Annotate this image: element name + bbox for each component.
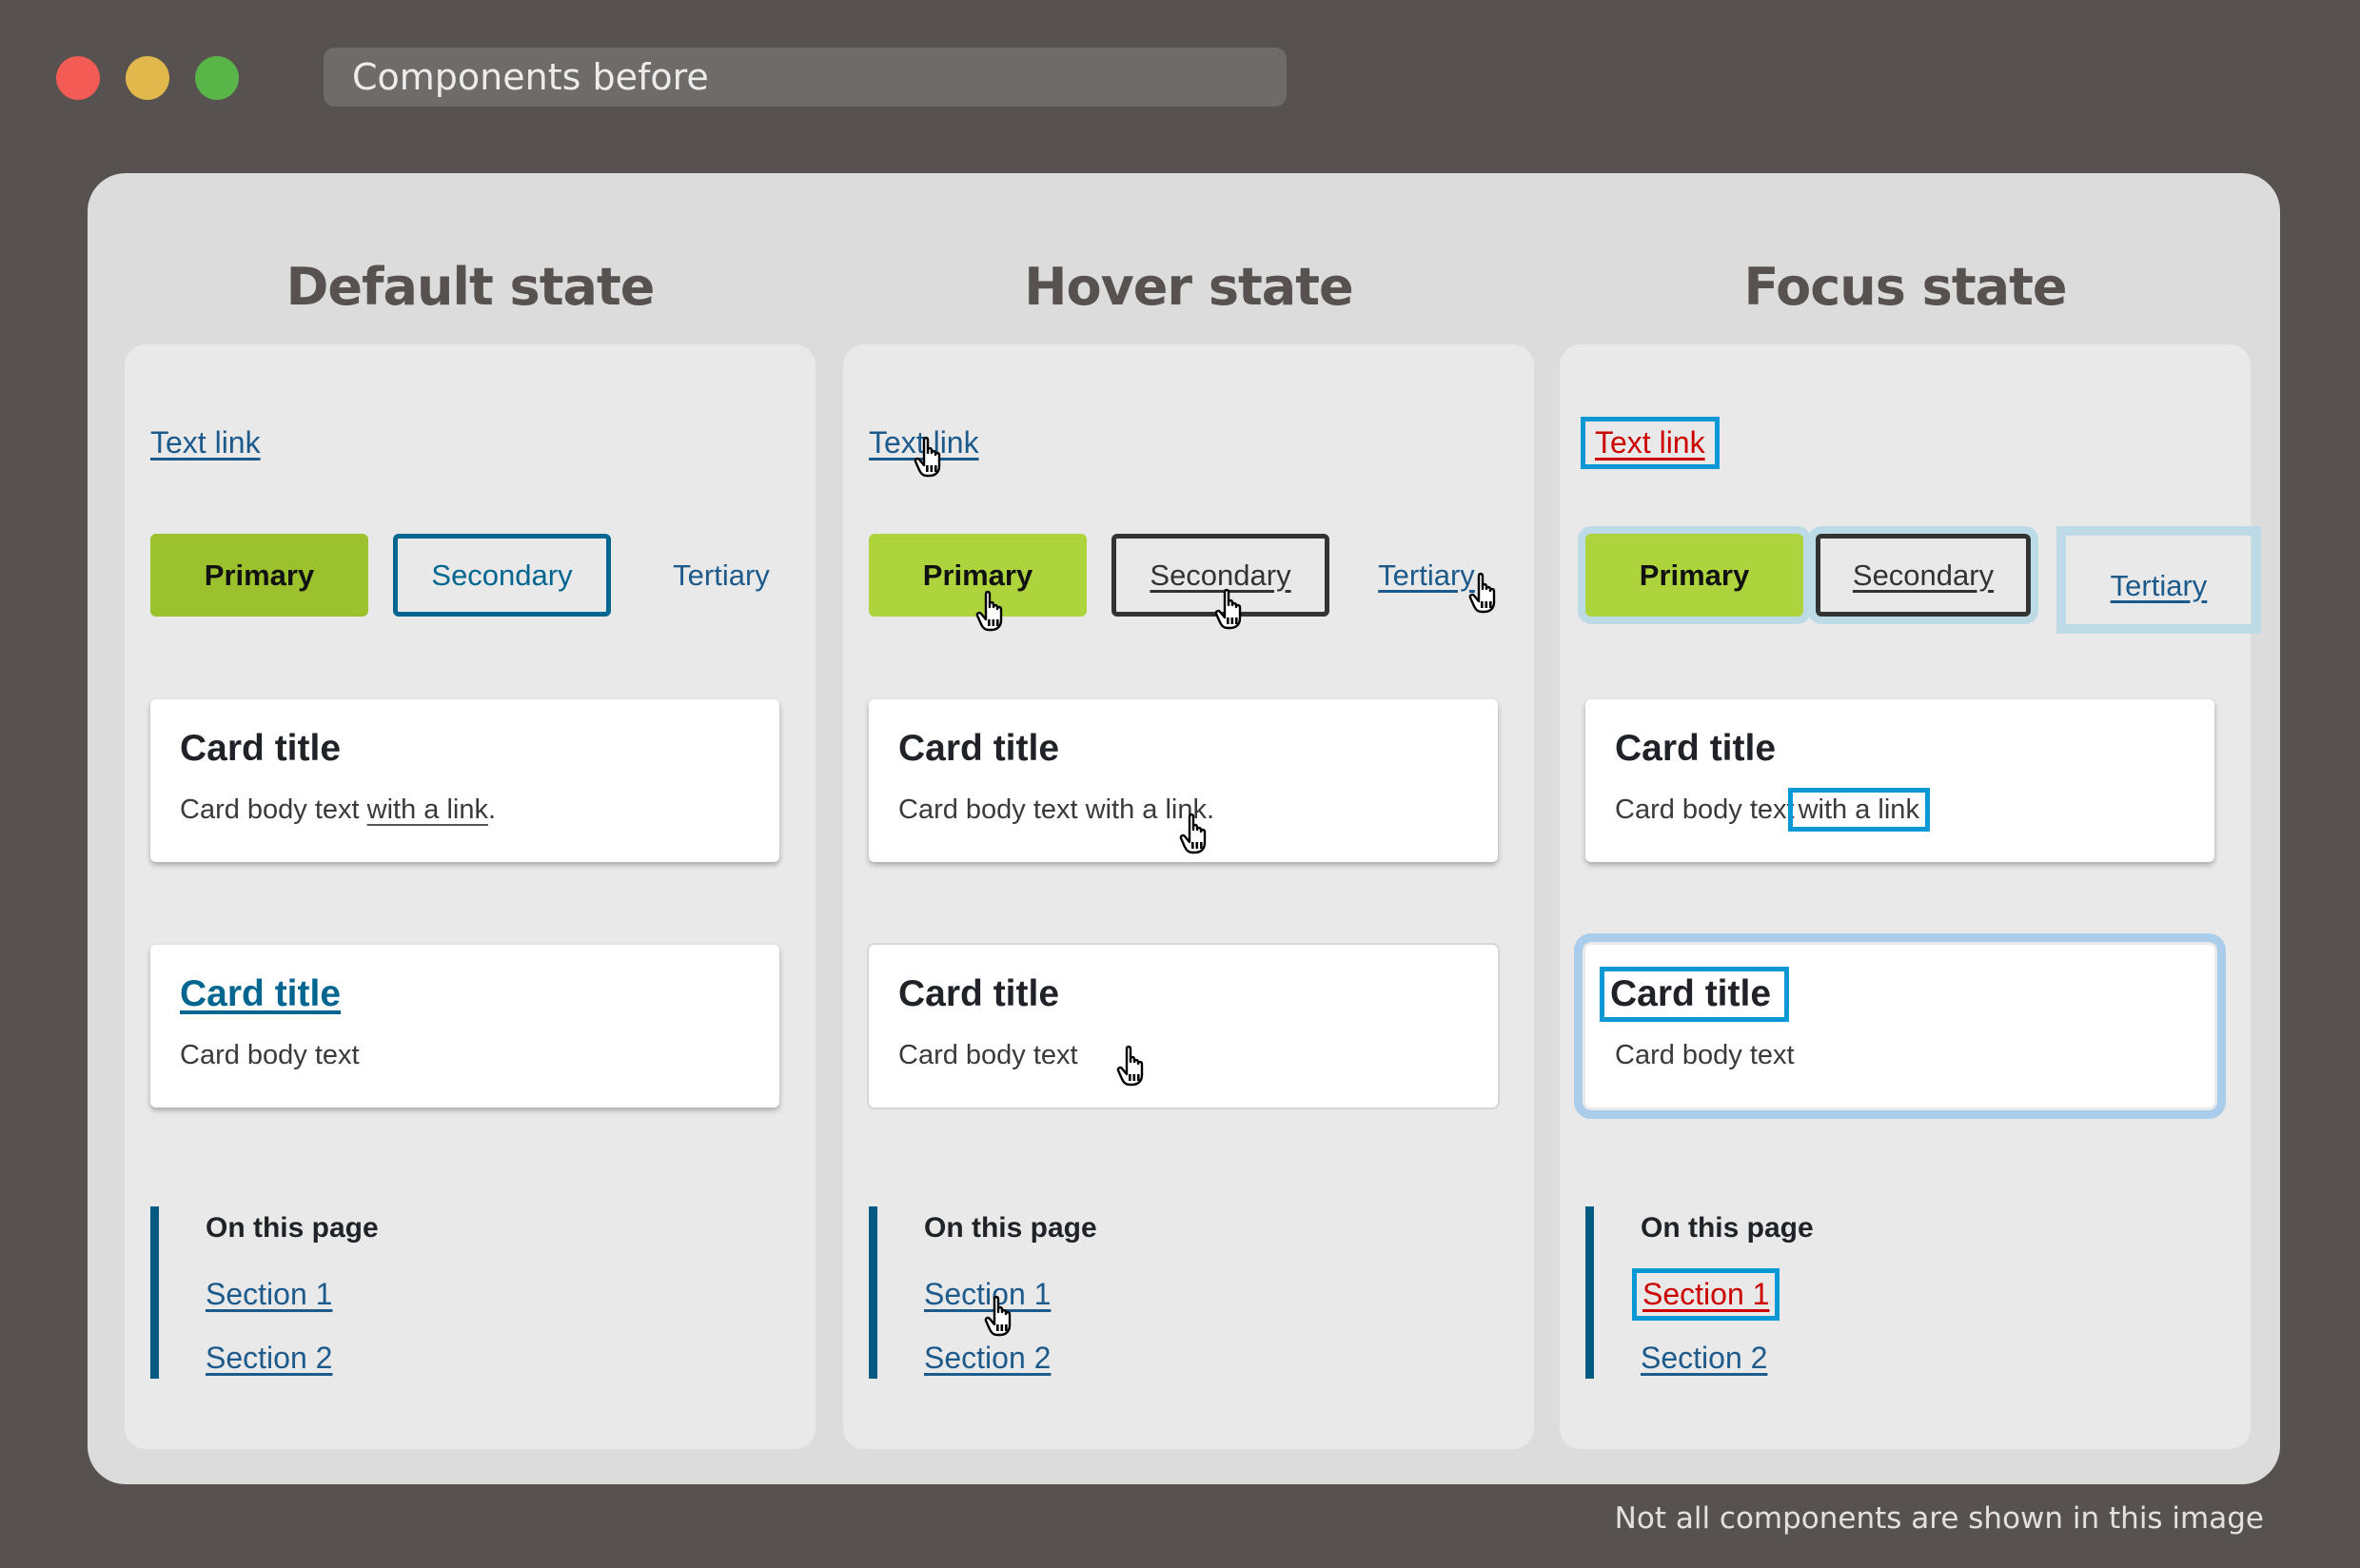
primary-button-label: Primary — [1639, 558, 1750, 592]
card-with-link: Card title Card body text with a link. — [150, 699, 779, 862]
card-body: Card body text with a link. — [180, 794, 779, 826]
tertiary-button[interactable]: Tertiary — [2056, 526, 2261, 634]
minimize-window-button[interactable] — [126, 56, 169, 100]
card-body-text: Card body text — [1615, 794, 1795, 825]
column-heading-default: Default state — [285, 257, 656, 317]
text-link[interactable]: Text link — [150, 425, 261, 461]
card-title: Card title — [1615, 728, 1777, 769]
card-title-link[interactable]: Card title — [898, 973, 1059, 1015]
toc-heading: On this page — [924, 1212, 1097, 1244]
card-title: Card title — [898, 728, 1060, 769]
secondary-button-label: Secondary — [431, 558, 573, 592]
toc-link-section-2[interactable]: Section 2 — [924, 1341, 1097, 1376]
maximize-window-button[interactable] — [195, 56, 239, 100]
primary-button[interactable]: Primary — [150, 534, 368, 617]
footnote: Not all components are shown in this ima… — [1614, 1501, 2264, 1536]
clickable-card[interactable]: Card title Card body text — [150, 945, 779, 1107]
tertiary-button-label: Tertiary — [2110, 568, 2208, 602]
card-body: Card body text — [898, 1040, 1078, 1070]
card-title-link[interactable]: Card title — [1599, 967, 1790, 1022]
hand-cursor-icon — [913, 436, 951, 480]
card-body: Card body text with a link — [1615, 788, 2214, 832]
primary-button[interactable]: Primary — [1585, 534, 1803, 617]
toc-link-section-1[interactable]: Section 1 — [206, 1277, 379, 1312]
card-with-link: Card title Card body text with a link — [1585, 699, 2214, 862]
toc-heading: On this page — [1641, 1212, 1814, 1244]
card-body-link[interactable]: with a link — [1787, 788, 1930, 832]
clickable-card[interactable]: Card title Card body text — [1574, 933, 2226, 1119]
hand-cursor-icon — [974, 590, 1013, 634]
card-title-link[interactable]: Card title — [180, 973, 341, 1015]
hand-cursor-icon — [1213, 588, 1251, 632]
hand-cursor-icon — [1467, 572, 1505, 616]
window-title: Components before — [352, 56, 709, 98]
column-heading-focus: Focus state — [1743, 257, 2067, 317]
card-title: Card title — [180, 728, 342, 769]
primary-button-label: Primary — [922, 558, 1033, 592]
hand-cursor-icon — [1178, 813, 1216, 856]
window-title-bar: Components before — [324, 48, 1287, 107]
tertiary-button-label: Tertiary — [1378, 558, 1475, 592]
card-body-text: Card body text — [898, 794, 1086, 825]
card-body-text: Card body text — [180, 794, 367, 825]
on-this-page-nav: On this page Section 1 Section 2 — [869, 1206, 1097, 1379]
toc-link-section-1[interactable]: Section 1 — [1631, 1268, 1780, 1321]
tertiary-button-label: Tertiary — [673, 558, 770, 592]
on-this-page-nav: On this page Section 1 Section 2 — [1585, 1206, 1814, 1379]
toc-link-section-2[interactable]: Section 2 — [206, 1341, 379, 1376]
hand-cursor-icon — [983, 1295, 1021, 1339]
secondary-button[interactable]: Secondary — [1816, 534, 2031, 617]
close-window-button[interactable] — [56, 56, 100, 100]
card-body: Card body text — [1615, 1040, 1795, 1070]
secondary-button-label: Secondary — [1852, 558, 1995, 592]
card-body-suffix: . — [487, 794, 497, 825]
card-body-link[interactable]: with a link — [367, 794, 488, 825]
clickable-card[interactable]: Card title Card body text — [869, 945, 1498, 1107]
toc-link-section-2[interactable]: Section 2 — [1641, 1341, 1814, 1376]
hand-cursor-icon — [1115, 1045, 1153, 1088]
card-body: Card body text — [180, 1040, 360, 1070]
hover-state-column: Text link Primary Secondary Tertiary Car… — [843, 344, 1534, 1449]
tertiary-button[interactable]: Tertiary — [636, 534, 807, 617]
primary-button-label: Primary — [204, 558, 315, 592]
secondary-button[interactable]: Secondary — [393, 534, 611, 617]
text-link[interactable]: Text link — [1581, 417, 1720, 469]
components-panel: Default state Text link Primary Secondar… — [88, 173, 2280, 1484]
on-this-page-nav: On this page Section 1 Section 2 — [150, 1206, 379, 1379]
toc-heading: On this page — [206, 1212, 379, 1244]
focus-state-column: Text link Primary Secondary Tertiary Car… — [1560, 344, 2261, 1449]
column-heading-hover: Hover state — [1024, 257, 1353, 317]
default-state-column: Text link Primary Secondary Tertiary Car… — [125, 344, 816, 1449]
